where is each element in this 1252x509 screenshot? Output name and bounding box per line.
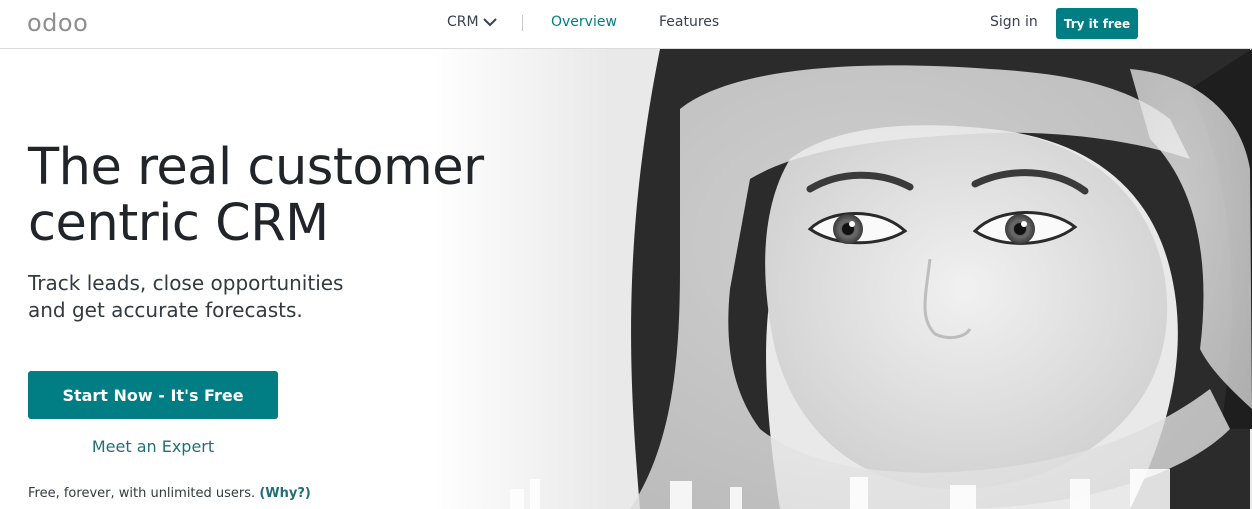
why-link[interactable]: (Why?) — [259, 486, 311, 501]
nav-crm-dropdown[interactable]: CRM — [447, 14, 497, 30]
odoo-logo[interactable]: odoo — [27, 9, 88, 37]
hero-subheadline-line2: and get accurate forecasts. — [28, 298, 303, 322]
nav-crm-label: CRM — [447, 14, 479, 30]
top-navbar: odoo CRM Overview Features Sign in Try i… — [0, 0, 1252, 49]
free-note: Free, forever, with unlimited users. (Wh… — [28, 486, 311, 501]
sign-in-link[interactable]: Sign in — [990, 14, 1038, 30]
chevron-down-icon — [482, 18, 497, 27]
free-note-text: Free, forever, with unlimited users. — [28, 486, 256, 501]
try-it-free-button[interactable]: Try it free — [1056, 8, 1138, 39]
meet-expert-link[interactable]: Meet an Expert — [28, 437, 278, 456]
nav-overview-link[interactable]: Overview — [551, 14, 617, 30]
start-now-button[interactable]: Start Now - It's Free — [28, 371, 278, 419]
hero-photo — [430, 49, 1252, 509]
hero-headline-line1: The real customer — [28, 138, 484, 197]
hero-headline: The real customer centric CRM — [28, 140, 588, 252]
nav-divider — [522, 15, 523, 31]
hero-subheadline: Track leads, close opportunities and get… — [28, 270, 428, 324]
hero-headline-line2: centric CRM — [28, 194, 329, 253]
hero-subheadline-line1: Track leads, close opportunities — [28, 271, 344, 295]
nav-features-link[interactable]: Features — [659, 14, 719, 30]
